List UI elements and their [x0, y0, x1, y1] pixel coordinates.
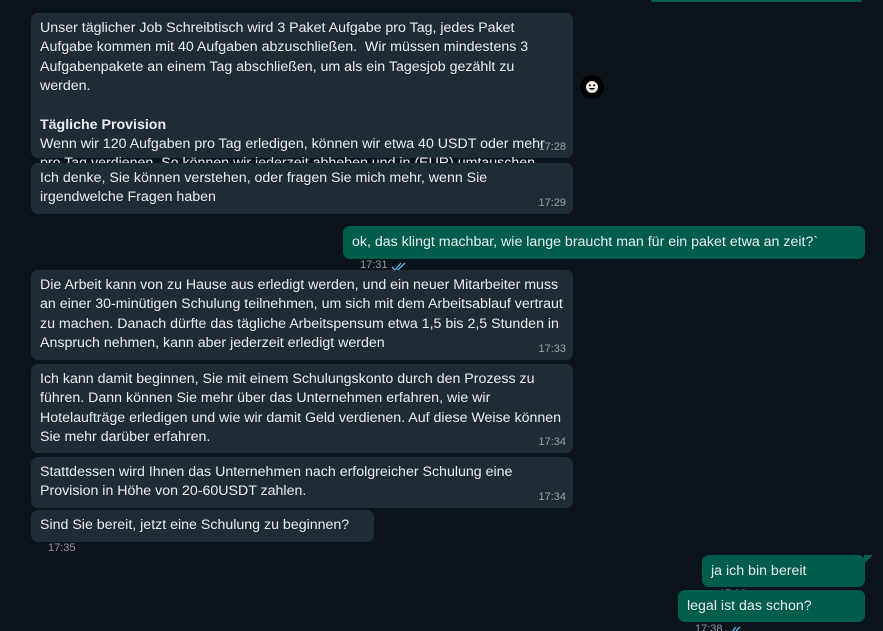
double-check-icon — [726, 626, 740, 631]
chat-panel: Unser täglicher Job Schreibtisch wird 3 … — [0, 0, 883, 631]
incoming-message[interactable]: Stattdessen wird Ihnen das Unternehmen n… — [31, 457, 573, 508]
incoming-message[interactable]: Ich kann damit beginnen, Sie mit einem S… — [31, 364, 573, 453]
incoming-message[interactable]: Sind Sie bereit, jetzt eine Schulung zu … — [31, 510, 374, 554]
bubble-tail — [864, 555, 873, 564]
message-text: ok, das klingt machbar, wie lange brauch… — [352, 234, 819, 250]
message-text: ja ich bin bereit — [711, 563, 807, 579]
emoji-smiley-icon[interactable] — [580, 75, 604, 99]
previous-outgoing-message-edge — [651, 0, 862, 2]
incoming-message[interactable]: Die Arbeit kann von zu Hause aus erledig… — [31, 270, 573, 360]
message-text: Ich denke, Sie können verstehen, oder fr… — [40, 170, 492, 206]
message-time: 17:33 — [538, 343, 566, 355]
message-text: Die Arbeit kann von zu Hause aus erledig… — [40, 277, 567, 352]
outgoing-message[interactable]: ok, das klingt machbar, wie lange brauch… — [343, 226, 865, 271]
incoming-message[interactable]: Unser täglicher Job Schreibtisch wird 3 … — [31, 13, 573, 171]
message-time: 17:34 — [538, 436, 566, 448]
message-text: legal ist das schon? — [687, 598, 812, 614]
outgoing-message[interactable]: legal ist das schon? 17:38 — [678, 590, 865, 631]
message-text: Stattdessen wird Ihnen das Unternehmen n… — [40, 464, 517, 500]
message-time: 17:35 — [48, 542, 76, 555]
message-text: Ich kann damit beginnen, Sie mit einem S… — [40, 371, 565, 446]
outgoing-message[interactable]: ja ich bin bereit17:38 — [702, 555, 873, 600]
message-heading: Tägliche Provision — [40, 116, 167, 133]
message-time: 17:38 — [695, 623, 723, 631]
message-time: 17:29 — [538, 197, 566, 209]
message-text: Sind Sie bereit, jetzt eine Schulung zu … — [40, 517, 350, 533]
message-text: Unser täglicher Job Schreibtisch wird 3 … — [40, 20, 532, 95]
message-time: 17:28 — [538, 141, 566, 153]
message-meta: 17:38 — [695, 620, 742, 631]
incoming-message[interactable]: Ich denke, Sie können verstehen, oder fr… — [31, 163, 573, 214]
message-time: 17:34 — [538, 491, 566, 503]
